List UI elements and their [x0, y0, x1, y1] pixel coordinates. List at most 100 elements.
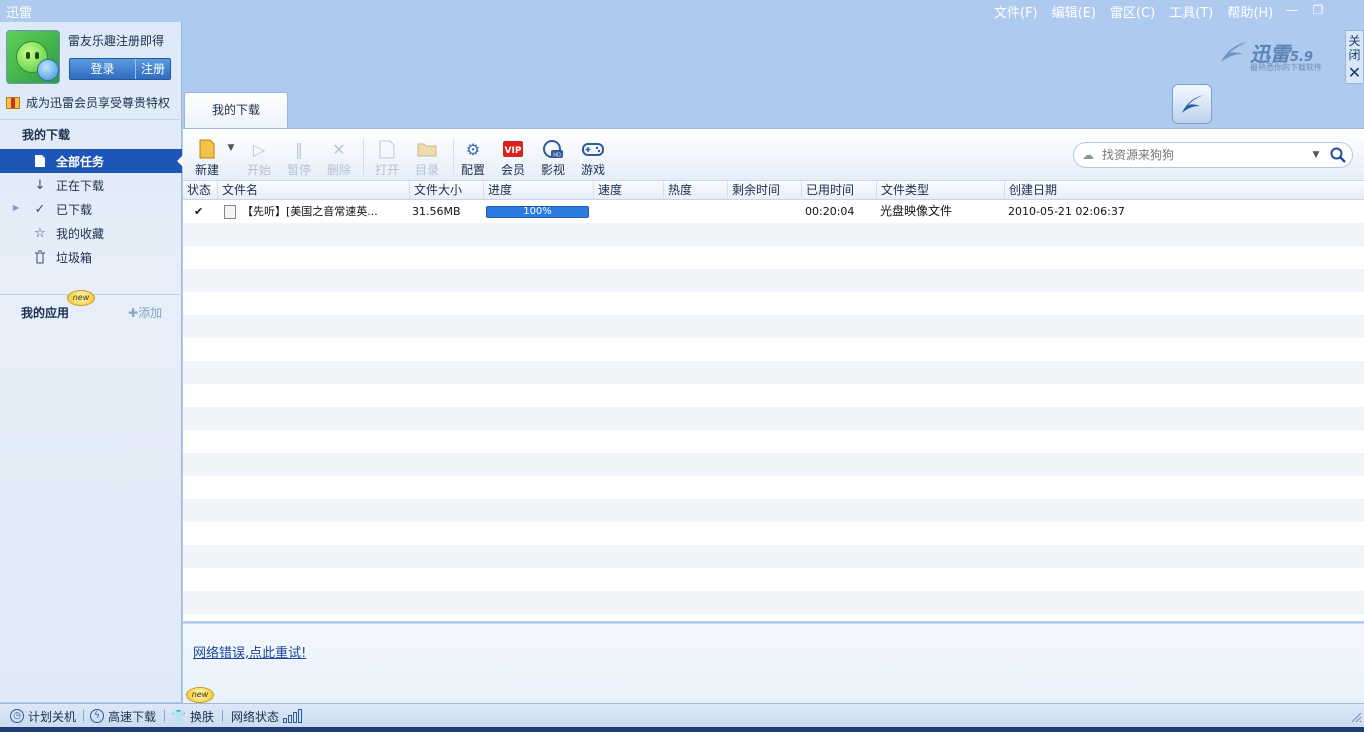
avatar[interactable] [6, 30, 60, 84]
turbo-download-button[interactable]: ϟ 高速下载 [90, 707, 156, 725]
skin-button[interactable]: 👕 换肤 [171, 707, 214, 725]
delete-button[interactable]: ✕ 删除 [321, 139, 357, 178]
sidebar-item-downloaded[interactable]: ▶ ✓ 已下载 [0, 197, 182, 221]
window-controls: — ❐ [1282, 1, 1328, 19]
pause-button[interactable]: ‖ 暂停 [281, 139, 317, 178]
scheduled-shutdown-label: 计划关机 [28, 709, 77, 724]
restore-button[interactable]: ❐ [1308, 1, 1328, 19]
sidebar-item-all-tasks[interactable]: 全部任务 [0, 149, 183, 173]
search-button[interactable] [1324, 143, 1352, 167]
network-status-button[interactable]: 网络状态 [231, 707, 303, 725]
new-file-icon [196, 139, 218, 159]
login-button[interactable]: 登录 [70, 59, 136, 79]
shirt-icon: 👕 [171, 709, 186, 723]
play-icon: ▷ [252, 139, 266, 159]
sidebar-item-trash[interactable]: 垃圾箱 [0, 245, 182, 269]
xunlei-home-button[interactable] [1172, 84, 1212, 124]
empty-row [183, 292, 1364, 315]
col-created[interactable]: 创建日期 [1004, 181, 1364, 200]
empty-row [183, 476, 1364, 499]
menu-help[interactable]: 帮助(H) [1227, 2, 1273, 21]
empty-row [183, 522, 1364, 545]
delete-label: 删除 [326, 163, 351, 177]
pause-label: 暂停 [286, 163, 311, 177]
empty-row [183, 223, 1364, 246]
col-progress[interactable]: 进度 [483, 181, 593, 200]
my-apps-title: 我的应用 [21, 306, 70, 320]
empty-row [183, 568, 1364, 591]
svg-text:HD: HD [553, 153, 561, 159]
app-title: 迅雷 [6, 6, 33, 21]
start-button[interactable]: ▷ 开始 [241, 139, 277, 178]
empty-row [183, 246, 1364, 269]
col-filename[interactable]: 文件名 [217, 181, 409, 200]
new-badge: new [67, 290, 95, 306]
col-size[interactable]: 文件大小 [409, 181, 483, 200]
gear-icon: ⚙ [465, 139, 481, 159]
resize-grip-icon[interactable] [1350, 711, 1362, 723]
toolbar-separator [363, 139, 364, 175]
folder-icon [416, 139, 438, 159]
gamepad-icon [582, 139, 604, 159]
col-type[interactable]: 文件类型 [876, 181, 1004, 200]
register-button[interactable]: 注册 [136, 59, 170, 79]
menu-tools[interactable]: 工具(T) [1169, 2, 1213, 21]
task-list-body: ✔ 【先听】[美国之音常速英... 31.56MB 100% 00:20:04 … [183, 200, 1364, 621]
search-icon [1330, 147, 1346, 163]
col-heat[interactable]: 热度 [663, 181, 727, 200]
task-progress-bar: 100% [486, 206, 589, 218]
menu-edit[interactable]: 编辑(E) [1052, 2, 1096, 21]
sidebar-item-downloading[interactable]: ↓ 正在下载 [0, 173, 182, 197]
col-speed[interactable]: 速度 [593, 181, 663, 200]
sidebar-item-label: 正在下载 [56, 178, 105, 193]
close-panel-label: 关闭 [1348, 34, 1361, 62]
sidebar-item-label: 全部任务 [56, 154, 105, 169]
info-panel: 网络错误,点此重试! [183, 623, 1364, 703]
vip-button[interactable]: VIP 会员 [495, 139, 531, 178]
down-arrow-icon: ↓ [34, 177, 46, 193]
completed-check-icon: ✔ [194, 205, 204, 218]
auth-buttons: 登录 注册 [69, 58, 171, 80]
new-task-button[interactable]: 新建 [189, 139, 225, 178]
scheduled-shutdown-button[interactable]: ◷ 计划关机 [10, 707, 76, 725]
games-button[interactable]: 游戏 [575, 139, 611, 178]
open-button[interactable]: 打开 [369, 139, 405, 178]
search-dropdown-arrow[interactable]: ▼ [1308, 150, 1324, 160]
col-elapsed[interactable]: 已用时间 [801, 181, 876, 200]
add-app-button[interactable]: ✚添加 [128, 304, 162, 321]
folder-button[interactable]: 目录 [409, 139, 445, 178]
sidebar-item-favorites[interactable]: ☆ 我的收藏 [0, 221, 182, 245]
logo-tagline: 最熟悉你的下载软件 [1250, 63, 1322, 72]
status-bar: ◷ 计划关机 ϟ 高速下载 👕 换肤 网络状态 [0, 703, 1364, 727]
search-box: ☁ ▼ [1073, 142, 1353, 168]
vip-promo-link[interactable]: 成为迅雷会员享受尊贵特权 [6, 94, 170, 111]
close-panel-button[interactable]: 关闭 ✕ [1345, 30, 1364, 84]
menu-bar: 文件(F) 编辑(E) 雷区(C) 工具(T) 帮助(H) [994, 2, 1273, 21]
menu-file[interactable]: 文件(F) [994, 2, 1038, 21]
video-button[interactable]: HD 影视 [535, 139, 571, 178]
empty-row [183, 614, 1364, 621]
star-icon: ☆ [34, 225, 46, 241]
tab-my-downloads[interactable]: 我的下载 [184, 92, 288, 128]
new-badge: new [186, 687, 214, 703]
start-label: 开始 [246, 163, 271, 177]
search-input[interactable] [1102, 148, 1308, 162]
open-label: 打开 [374, 163, 399, 177]
new-task-dropdown[interactable]: ▼ [221, 143, 241, 153]
config-button[interactable]: ⚙ 配置 [455, 139, 491, 178]
empty-row [183, 453, 1364, 476]
vip-flag-icon [6, 96, 20, 109]
xunlei-bird-icon [1182, 95, 1204, 113]
col-remaining[interactable]: 剩余时间 [727, 181, 801, 200]
new-task-label: 新建 [194, 163, 219, 177]
expand-arrow-icon[interactable]: ▶ [13, 203, 19, 212]
config-label: 配置 [460, 163, 485, 177]
minimize-button[interactable]: — [1282, 1, 1302, 19]
col-status[interactable]: 状态 [183, 181, 217, 200]
empty-row [183, 338, 1364, 361]
empty-row [183, 384, 1364, 407]
table-row[interactable]: ✔ 【先听】[美国之音常速英... 31.56MB 100% 00:20:04 … [183, 200, 1364, 223]
menu-leiqu[interactable]: 雷区(C) [1110, 2, 1155, 21]
network-error-retry-link[interactable]: 网络错误,点此重试! [193, 642, 306, 661]
task-list-header: 状态 文件名 文件大小 进度 速度 热度 剩余时间 已用时间 文件类型 创建日期 [183, 181, 1364, 200]
